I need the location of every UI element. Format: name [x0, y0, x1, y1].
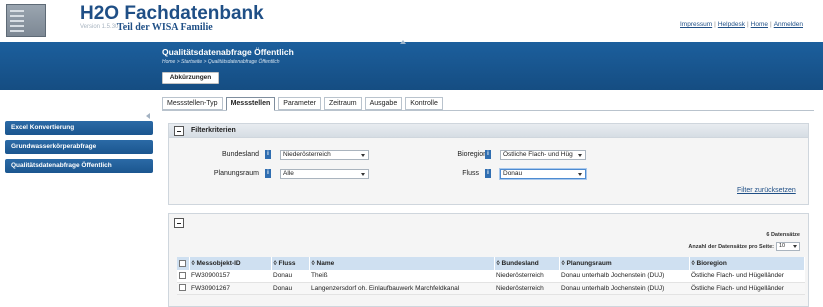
home-link[interactable]: Home [751, 21, 768, 28]
cell-planungsraum: Donau unterhalb Jochenstein (DUJ) [559, 282, 689, 295]
cell-planungsraum: Donau unterhalb Jochenstein (DUJ) [559, 270, 689, 283]
impressum-link[interactable]: Impressum [680, 21, 712, 28]
col-fluss[interactable]: ◊ Fluss [271, 257, 310, 270]
page-title: Qualitätsdatenabfrage Öffentlich [162, 47, 294, 57]
col-name[interactable]: ◊ Name [309, 257, 495, 270]
fluss-label: Fluss [462, 170, 479, 177]
helpdesk-link[interactable]: Helpdesk [718, 21, 745, 28]
planungsraum-info-icon[interactable]: i [265, 169, 271, 178]
cell-bioregion: Östliche Flach- und Hügelländer [689, 282, 805, 295]
select-all-cell[interactable] [177, 257, 190, 270]
results-table: ◊ Messobjekt-ID ◊ Fluss ◊ Name ◊ Bundesl… [177, 257, 805, 295]
bundesland-label: Bundesland [222, 151, 259, 158]
cell-name: Theiß [309, 270, 494, 283]
cell-bundesland: Niederösterreich [494, 282, 559, 295]
cell-name: Langenzersdorf oh. Einlaufbauwerk Marchf… [309, 282, 494, 295]
app-version: Version 1.5.30 [80, 24, 119, 30]
pagesize-label: Anzahl der Datensätze pro Seite: [688, 244, 774, 250]
tab-zeitraum[interactable]: Zeitraum [323, 97, 362, 110]
anmelden-link[interactable]: Anmelden [774, 21, 803, 28]
filter-panel-header: Filterkriterien [169, 124, 808, 138]
row-checkbox[interactable] [179, 284, 186, 292]
tab-kontrolle[interactable]: Kontrolle [405, 97, 443, 110]
cell-id: FW30900157 [189, 270, 271, 283]
breadcrumb[interactable]: Home > Startseite > Qualitätsdatenabfrag… [162, 59, 280, 65]
chevron-down-icon [793, 245, 797, 248]
chevron-down-icon [578, 173, 582, 176]
bundesland-info-icon[interactable]: i [265, 150, 271, 159]
page-banner: Qualitätsdatenabfrage Öffentlich Home > … [0, 40, 823, 90]
record-count: 6 Datensätze [766, 232, 800, 238]
col-bioregion[interactable]: ◊ Bioregion [689, 257, 805, 270]
tab-bar: Messstellen-Typ Messstellen Parameter Zeitr… [162, 97, 446, 111]
row-select-cell[interactable] [177, 282, 189, 295]
bioregion-select[interactable]: Östliche Flach- und Hüg [500, 150, 586, 160]
chevron-down-icon [361, 154, 365, 157]
sidebar-item-qualitaet[interactable]: Qualitätsdatenabfrage Öffentlich [5, 159, 153, 173]
pagesize-select[interactable]: 10 [776, 242, 800, 251]
tab-messstellen-typ[interactable]: Messstellen-Typ [162, 97, 223, 110]
planungsraum-select[interactable]: Alle [280, 169, 369, 179]
row-checkbox[interactable] [179, 272, 186, 280]
results-panel: 6 Datensätze Anzahl der Datensätze pro S… [168, 213, 809, 307]
cell-fluss: Donau [271, 282, 309, 295]
bioregion-label: Bioregion [457, 151, 487, 158]
chevron-down-icon [361, 173, 365, 176]
bundesland-select[interactable]: Niederösterreich [280, 150, 369, 160]
sidebar-item-grundwasser[interactable]: Grundwasserkörperabfrage [5, 140, 153, 154]
cell-bioregion: Östliche Flach- und Hügelländer [689, 270, 805, 283]
row-select-cell[interactable] [177, 270, 189, 283]
tab-parameter[interactable]: Parameter [278, 97, 321, 110]
top-links: Impressum | Helpdesk | Home | Anmelden [680, 21, 803, 28]
tab-messstellen[interactable]: Messstellen [225, 97, 276, 111]
table-row[interactable]: FW30900157 Donau Theiß Niederösterreich … [177, 270, 805, 283]
bioregion-info-icon[interactable]: i [485, 150, 491, 159]
collapse-sidebar-icon[interactable] [146, 113, 150, 119]
tab-ausgabe[interactable]: Ausgabe [364, 97, 403, 110]
table-row[interactable]: FW30901267 Donau Langenzersdorf oh. Einl… [177, 282, 805, 295]
select-all-checkbox[interactable] [179, 259, 186, 267]
table-header-row: ◊ Messobjekt-ID ◊ Fluss ◊ Name ◊ Bundesl… [177, 257, 805, 270]
col-planungsraum[interactable]: ◊ Planungsraum [559, 257, 690, 270]
planungsraum-label: Planungsraum [213, 170, 259, 177]
cell-bundesland: Niederösterreich [494, 270, 559, 283]
col-messobjekt-id[interactable]: ◊ Messobjekt-ID [189, 257, 272, 270]
ministry-logo [6, 4, 46, 37]
fluss-select[interactable]: Donau [500, 169, 586, 179]
cell-fluss: Donau [271, 270, 309, 283]
filter-title: Filterkriterien [191, 127, 236, 134]
chevron-down-icon [578, 154, 582, 157]
abkuerzungen-button[interactable]: Abkürzungen [162, 72, 219, 84]
app-header: H2O Fachdatenbank Version 1.5.30 Teil de… [0, 0, 823, 42]
collapse-filter-icon[interactable] [174, 126, 184, 136]
fluss-info-icon[interactable]: i [485, 169, 491, 178]
cell-id: FW30901267 [189, 282, 271, 295]
filter-panel: Filterkriterien Bundesland i Niederöster… [168, 123, 809, 205]
filter-reset-link[interactable]: Filter zurücksetzen [737, 187, 796, 194]
col-bundesland[interactable]: ◊ Bundesland [494, 257, 560, 270]
banner-notch-icon [400, 40, 406, 44]
collapse-results-icon[interactable] [174, 218, 184, 228]
sidebar-item-excel[interactable]: Excel Konvertierung [5, 121, 153, 135]
app-subtitle: Teil der WISA Familie [117, 22, 213, 33]
